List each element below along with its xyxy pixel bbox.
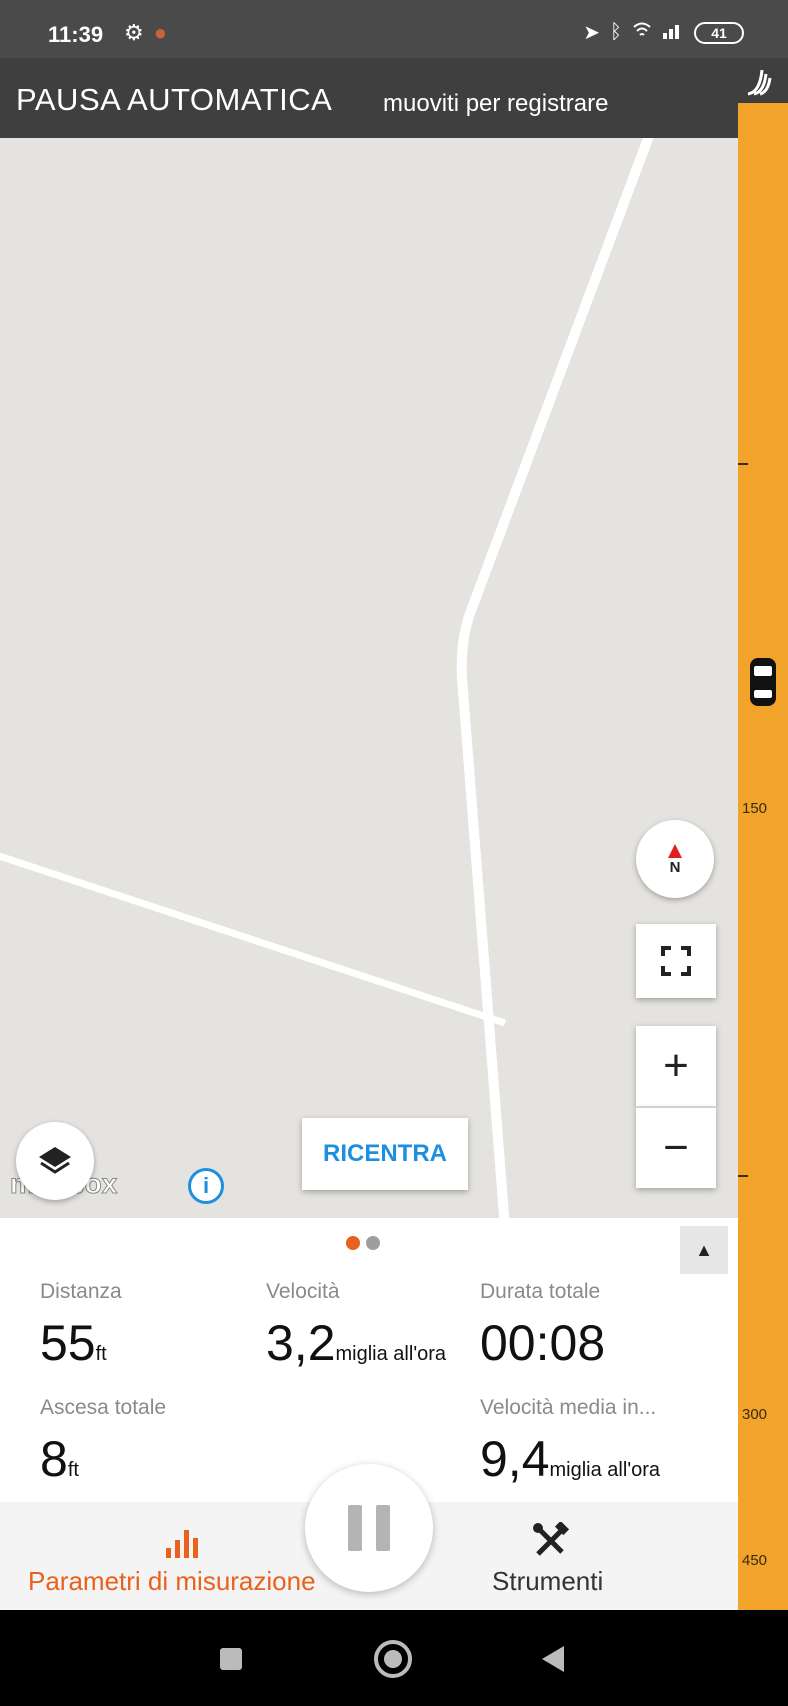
pause-button[interactable] [305, 1464, 433, 1592]
avg-speed-value: 9,4miglia all'ora [480, 1431, 661, 1487]
system-nav-bar [0, 1610, 788, 1706]
map-roads [0, 138, 654, 1218]
back-button[interactable] [542, 1646, 564, 1672]
elevation-label: 300 [742, 1406, 768, 1423]
cell-signal-icon [662, 21, 684, 45]
recenter-button[interactable]: RICENTRA [302, 1118, 468, 1190]
compass-label: N [669, 858, 681, 876]
tab-tools[interactable]: Strumenti [440, 1502, 740, 1610]
avg-speed-label: Velocità media in... [480, 1396, 657, 1419]
signal-waves-icon [738, 58, 788, 103]
pause-icon [348, 1505, 362, 1551]
layers-button[interactable] [16, 1122, 94, 1200]
banner-subtitle: muoviti per registrare [383, 90, 609, 117]
tools-icon [532, 1520, 570, 1568]
collapse-button[interactable]: ▲ [680, 1226, 728, 1274]
elevation-label: 450 [742, 1552, 768, 1569]
wifi-signal-icon [632, 21, 652, 45]
speed-label: Velocità [266, 1280, 340, 1303]
speed-unit: miglia all'ora [335, 1343, 447, 1365]
info-icon[interactable]: i [188, 1168, 224, 1204]
north-arrow-icon [668, 843, 682, 858]
status-time: 11:39 [48, 22, 104, 47]
home-button[interactable] [374, 1640, 412, 1678]
distance-label: Distanza [40, 1280, 122, 1303]
sync-off-icon: ⚙ [124, 20, 144, 45]
bluetooth-icon: ᛒ [610, 21, 622, 43]
stats-panel: ▲ Distanza 55ft Velocità 3,2miglia all'o… [0, 1218, 738, 1502]
fullscreen-button[interactable] [636, 924, 716, 998]
avg-speed-unit: miglia all'ora [549, 1459, 661, 1481]
zoom-in-button[interactable]: + [636, 1026, 716, 1106]
total-ascent-value: 8ft [40, 1431, 79, 1487]
speed-value: 3,2miglia all'ora [266, 1315, 447, 1371]
total-duration-label: Durata totale [480, 1280, 601, 1303]
bar-chart-icon [164, 1524, 204, 1565]
elevation-tick [738, 1175, 748, 1177]
elevation-label: 150 [742, 800, 768, 817]
total-ascent-label: Ascesa totale [40, 1396, 167, 1419]
distance-unit: ft [95, 1343, 107, 1365]
page-indicator [346, 1236, 380, 1250]
total-duration-value: 00:08 [480, 1315, 606, 1371]
distance-value: 55ft [40, 1315, 107, 1371]
tab-metrics[interactable]: Parametri di misurazione [0, 1502, 350, 1610]
page-dot [366, 1236, 380, 1250]
recents-button[interactable] [220, 1648, 242, 1670]
fullscreen-icon [661, 946, 691, 976]
map-view[interactable] [0, 138, 738, 1218]
battery-indicator: 41 [694, 21, 744, 44]
location-icon: ➤ [583, 22, 600, 44]
tab-tools-label: Strumenti [492, 1566, 604, 1596]
page-dot-active [346, 1236, 360, 1250]
banner-title: PAUSA AUTOMATICA [16, 82, 333, 117]
status-bar: 11:39 ⚙ ● ➤ ᛒ 41 [0, 0, 788, 58]
tab-metrics-label: Parametri di misurazione [28, 1566, 316, 1596]
zoom-out-button[interactable]: − [636, 1108, 716, 1188]
total-ascent-unit: ft [67, 1459, 79, 1481]
compass-button[interactable]: N [636, 820, 714, 898]
app-notification-icon: ● [153, 20, 168, 45]
car-icon [748, 656, 778, 713]
layers-icon [39, 1147, 71, 1174]
auto-pause-banner: PAUSA AUTOMATICA muoviti per registrare [0, 58, 738, 138]
elevation-tick [738, 463, 748, 465]
elevation-strip[interactable] [738, 58, 788, 1610]
